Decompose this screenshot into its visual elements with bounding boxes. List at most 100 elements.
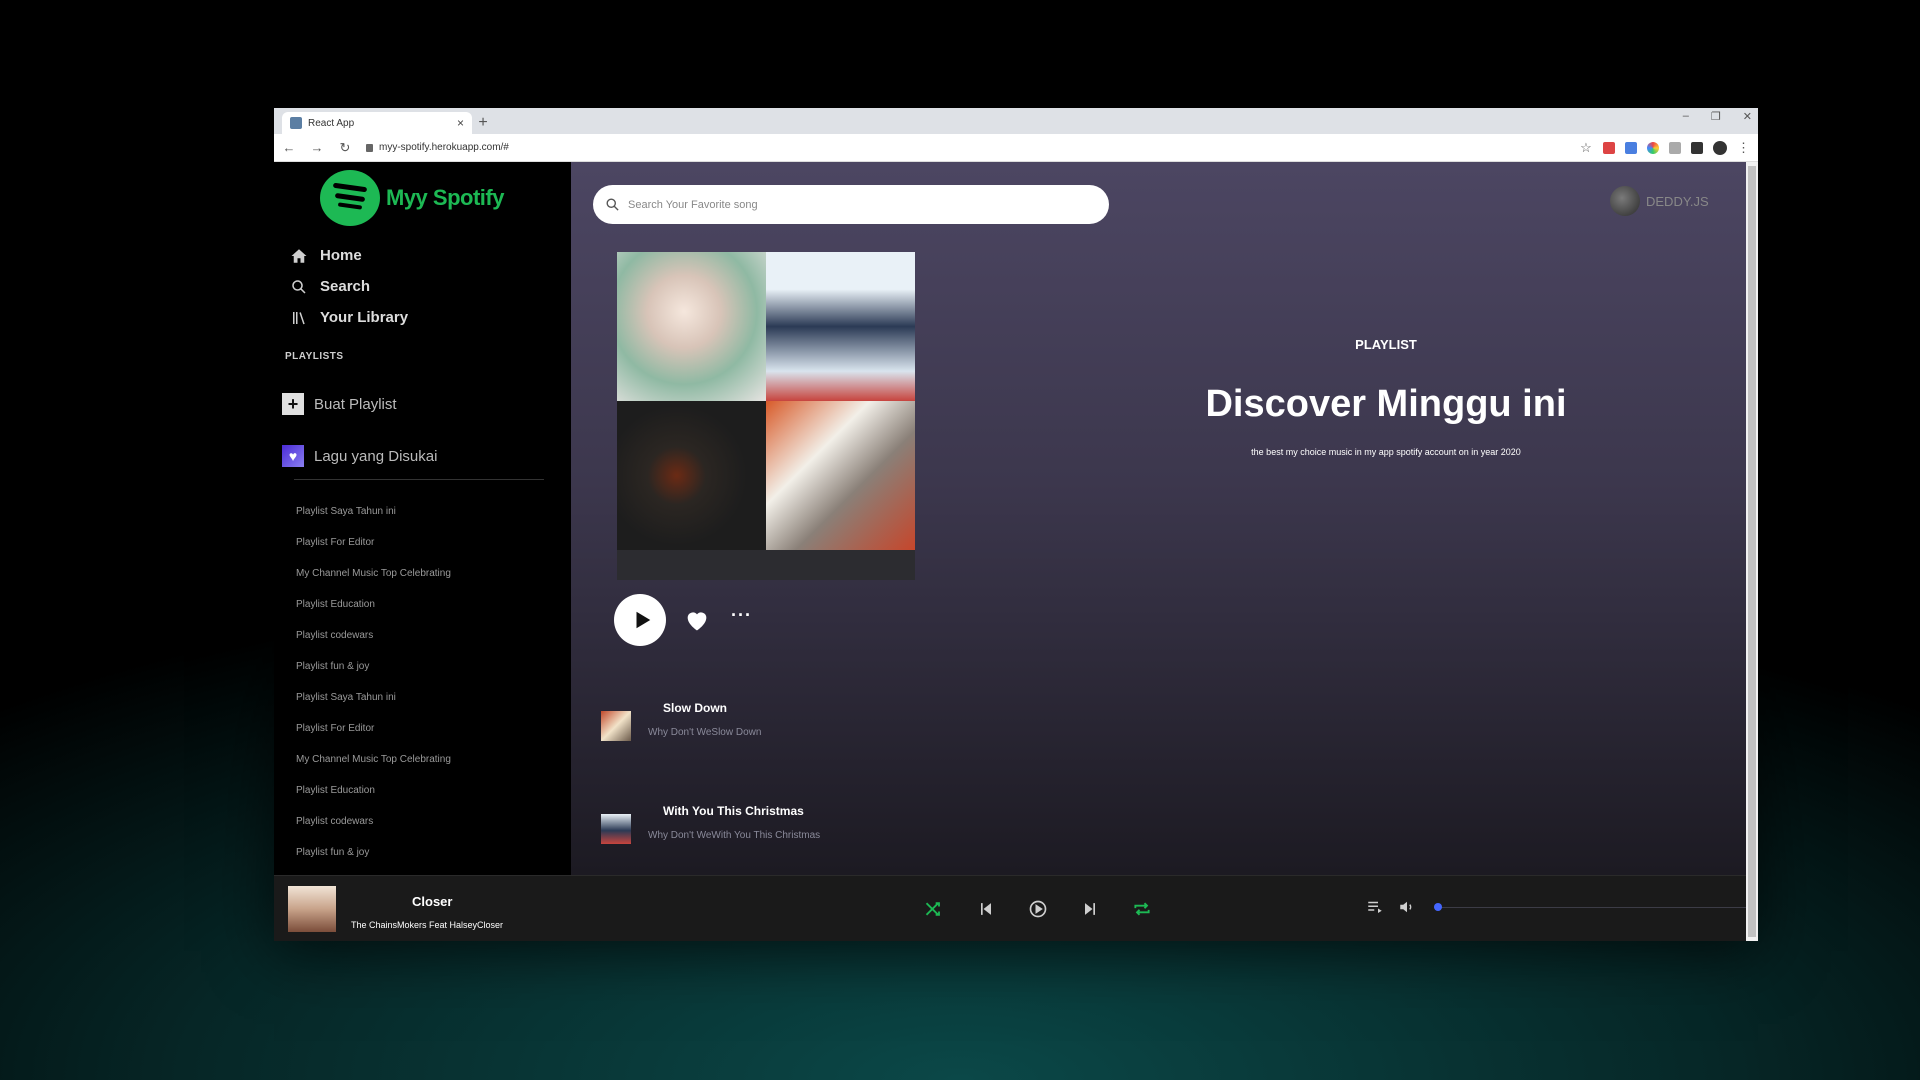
user-name: DEDDY.JS (1646, 193, 1709, 209)
playlist-item[interactable]: Playlist Saya Tahun ini (296, 682, 451, 713)
track-thumbnail-image (601, 711, 631, 741)
search-icon (292, 279, 306, 294)
playlist-item[interactable]: My Channel Music Top Celebrating (296, 744, 451, 775)
search-input[interactable] (628, 198, 1097, 211)
heart-icon: ♥ (282, 445, 304, 467)
play-pause-button[interactable] (1012, 896, 1064, 922)
shuffle-icon (925, 902, 940, 916)
spotify-app: Myy Spotify Home Search Your Library PLA… (274, 162, 1746, 941)
profile-icon[interactable] (1713, 140, 1727, 155)
extension-icon[interactable] (1647, 141, 1659, 154)
reload-button[interactable]: ↻ (338, 140, 352, 156)
playlist-list: Playlist Saya Tahun ini Playlist For Edi… (296, 496, 451, 868)
browser-tab[interactable]: React App × (282, 112, 472, 134)
minimize-button[interactable]: – (1683, 110, 1689, 123)
react-favicon-icon (290, 117, 302, 129)
sidebar-item-label: Home (320, 247, 362, 264)
album-art-image (617, 252, 766, 401)
extension-icon[interactable] (1625, 141, 1637, 154)
browser-tabbar: React App × + – ❐ ✕ (274, 108, 1758, 134)
playback-controls (908, 896, 1168, 922)
track-name: Slow Down (663, 701, 727, 715)
sidebar-item-label: Your Library (320, 309, 409, 326)
window-controls: – ❐ ✕ (1683, 110, 1752, 123)
spotify-logo-icon (320, 170, 380, 226)
queue-icon[interactable] (1366, 898, 1384, 916)
playlist-title: Discover Minggu ini (1205, 383, 1567, 425)
logo[interactable]: Myy Spotify (320, 170, 504, 226)
playlist-item[interactable]: Playlist For Editor (296, 527, 451, 558)
maximize-button[interactable]: ❐ (1711, 110, 1721, 123)
sidebar-item-home[interactable]: Home (290, 240, 408, 271)
heart-icon (687, 612, 707, 631)
liked-songs-button[interactable]: ♥ Lagu yang Disukai (282, 445, 437, 467)
playlist-item[interactable]: Playlist codewars (296, 620, 451, 651)
search-icon (606, 198, 619, 211)
tab-title: React App (308, 117, 355, 129)
play-circle-icon (1029, 900, 1047, 918)
track-artist: Why Don't WeWith You This Christmas (648, 830, 821, 841)
playlist-description: the best my choice music in my app spoti… (1251, 447, 1521, 457)
extension-icon[interactable] (1603, 141, 1615, 154)
playlist-item[interactable]: Playlist codewars (296, 806, 451, 837)
sidebar-item-library[interactable]: Your Library (290, 302, 408, 333)
playlist-cover (617, 252, 915, 580)
playlist-item[interactable]: My Channel Music Top Celebrating (296, 558, 451, 589)
avatar (1610, 186, 1640, 216)
browser-menu-icon[interactable]: ⋮ (1737, 140, 1750, 156)
sidebar-item-search[interactable]: Search (290, 271, 408, 302)
volume-track (1434, 907, 1746, 908)
skip-next-icon (1085, 903, 1095, 915)
volume-knob[interactable] (1434, 903, 1442, 911)
now-playing-cover-image[interactable] (288, 886, 336, 932)
browser-window: React App × + – ❐ ✕ ← → ↻ myy-spotify.he… (274, 108, 1758, 941)
home-icon (291, 248, 307, 263)
volume-slider[interactable] (1434, 903, 1746, 911)
browser-toolbar: ← → ↻ myy-spotify.herokuapp.com/# ☆ ⋮ (274, 134, 1758, 162)
extension-icon[interactable] (1669, 141, 1681, 154)
playlist-item[interactable]: Playlist fun & joy (296, 837, 451, 868)
skip-previous-icon (981, 903, 991, 915)
volume-icon[interactable] (1398, 898, 1416, 916)
sidebar-item-label: Search (320, 278, 371, 295)
play-icon (636, 611, 650, 629)
track-artist: Why Don't WeSlow Down (648, 727, 762, 738)
browser-scrollbar[interactable] (1746, 162, 1758, 941)
playlist-item[interactable]: Playlist Saya Tahun ini (296, 496, 451, 527)
shuffle-button[interactable] (908, 896, 960, 922)
puzzle-icon[interactable] (1691, 141, 1703, 154)
main-content: DEDDY.JS PLAYLIST Discover Minggu ini th… (571, 162, 1746, 875)
repeat-icon (1134, 902, 1150, 916)
liked-songs-label: Lagu yang Disukai (314, 447, 438, 465)
playlist-item[interactable]: Playlist For Editor (296, 713, 451, 744)
user-profile[interactable]: DEDDY.JS (1610, 186, 1709, 216)
playlist-item[interactable]: Playlist Education (296, 775, 451, 806)
bookmark-star-icon[interactable]: ☆ (1579, 140, 1593, 156)
more-options-button[interactable]: ··· (731, 605, 752, 626)
new-tab-button[interactable]: + (472, 112, 494, 134)
plus-icon: + (282, 393, 304, 415)
playlist-item[interactable]: Playlist Education (296, 589, 451, 620)
search-bar[interactable] (593, 185, 1109, 224)
sidebar-menu: Home Search Your Library (290, 240, 408, 333)
next-button[interactable] (1064, 896, 1116, 922)
repeat-button[interactable] (1116, 896, 1168, 922)
back-button[interactable]: ← (282, 140, 296, 155)
library-icon (293, 311, 305, 324)
create-playlist-label: Buat Playlist (314, 395, 397, 413)
now-playing-artist: The ChainsMokers Feat HalseyCloser (351, 920, 504, 930)
like-button[interactable] (683, 606, 711, 634)
play-button[interactable] (614, 594, 666, 646)
track-thumbnail-image (601, 814, 631, 844)
tab-close-icon[interactable]: × (457, 116, 464, 130)
create-playlist-button[interactable]: + Buat Playlist (282, 393, 397, 415)
album-art-image (766, 252, 915, 401)
forward-button[interactable]: → (310, 140, 324, 155)
logo-text: Myy Spotify (386, 185, 504, 210)
address-bar[interactable]: myy-spotify.herokuapp.com/# (366, 138, 1565, 158)
playlist-item[interactable]: Playlist fun & joy (296, 651, 451, 682)
close-window-button[interactable]: ✕ (1743, 110, 1752, 123)
scrollbar-thumb[interactable] (1748, 166, 1756, 937)
extensions-bar: ☆ ⋮ (1579, 140, 1750, 156)
previous-button[interactable] (960, 896, 1012, 922)
